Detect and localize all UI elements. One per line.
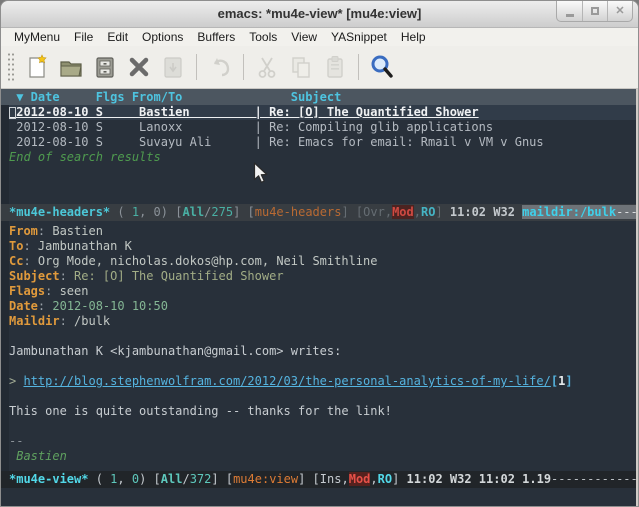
view-line: Date: 2012-08-10 10:50 [9, 299, 636, 314]
view-line: From: Bastien [9, 224, 636, 239]
view-line[interactable]: > http://blog.stephenwolfram.com/2012/03… [9, 374, 636, 389]
view-line [9, 389, 636, 404]
maximize-icon [591, 7, 599, 15]
emacs-frame-content: ▼ Date Flgs From/To Subject 2012-08-10 S… [1, 89, 638, 507]
maximize-button[interactable] [582, 1, 607, 21]
undo-button[interactable] [203, 50, 237, 84]
save-as-button[interactable] [156, 50, 190, 84]
save-as-icon [160, 54, 186, 80]
menu-help[interactable]: Help [394, 29, 433, 45]
view-line [9, 419, 636, 434]
modeline-mu4e-view[interactable]: *mu4e-view* ( 1, 0) [All/372] [mu4e:view… [1, 471, 636, 488]
hollow-cursor [9, 107, 16, 119]
headers-column-header-line[interactable]: ▼ Date Flgs From/To Subject [1, 89, 636, 105]
menu-file[interactable]: File [67, 29, 100, 45]
message-row[interactable]: 2012-08-10 S Lanoxx | Re: Compiling glib… [9, 120, 636, 135]
copy-button[interactable] [284, 50, 318, 84]
toolbar-drag-handle[interactable] [7, 52, 14, 82]
menu-options[interactable]: Options [135, 29, 190, 45]
menu-bar: MyMenuFileEditOptionsBuffersToolsViewYAS… [1, 28, 638, 46]
view-line: To: Jambunathan K [9, 239, 636, 254]
cut-button[interactable] [250, 50, 284, 84]
cut-scissors-icon [254, 54, 280, 80]
minimize-button[interactable] [557, 1, 582, 21]
new-file-icon [24, 54, 50, 80]
toolbar-separator [243, 54, 244, 80]
view-line: -- [9, 434, 636, 449]
view-line: Bastien [9, 449, 636, 464]
close-x-icon [126, 54, 152, 80]
menu-mymenu[interactable]: MyMenu [7, 29, 67, 45]
end-of-search-results-text: End of search results [9, 150, 636, 165]
search-icon [369, 54, 395, 80]
minimize-icon [566, 14, 574, 17]
menu-view[interactable]: View [284, 29, 324, 45]
view-line [9, 329, 636, 344]
mu4e-view-window[interactable]: From: BastienTo: Jambunathan KCc: Org Mo… [1, 221, 636, 471]
close-icon: ✕ [615, 6, 624, 17]
menu-yasnippet[interactable]: YASnippet [324, 29, 394, 45]
title-bar[interactable]: emacs: *mu4e-view* [mu4e:view] ✕ [1, 1, 638, 28]
view-line: Subject: Re: [O] The Quantified Shower [9, 269, 636, 284]
toolbar-separator [196, 54, 197, 80]
menu-tools[interactable]: Tools [242, 29, 284, 45]
view-line: Flags: seen [9, 284, 636, 299]
mu4e-headers-window[interactable]: ▼ Date Flgs From/To Subject 2012-08-10 S… [1, 89, 636, 204]
copy-icon [288, 54, 314, 80]
message-row[interactable]: 2012-08-10 S Suvayu Ali | Re: Emacs for … [9, 135, 636, 150]
headers-rows: 2012-08-10 S Bastien | Re: [O] The Quant… [9, 105, 636, 150]
paste-button[interactable] [318, 50, 352, 84]
menu-edit[interactable]: Edit [100, 29, 135, 45]
toolbar-separator [358, 54, 359, 80]
view-line [9, 359, 636, 374]
view-line: Maildir: /bulk [9, 314, 636, 329]
view-line: Cc: Org Mode, nicholas.dokos@hp.com, Nei… [9, 254, 636, 269]
emacs-window: emacs: *mu4e-view* [mu4e:view] ✕ MyMenuF… [0, 0, 639, 507]
save-icon [92, 54, 118, 80]
modeline-mu4e-headers[interactable]: *mu4e-headers* ( 1, 0) [All/275] [mu4e-h… [1, 204, 636, 221]
new-file-button[interactable] [20, 50, 54, 84]
toolbar [1, 46, 638, 89]
view-body: From: BastienTo: Jambunathan KCc: Org Mo… [9, 224, 636, 464]
window-title: emacs: *mu4e-view* [mu4e:view] [1, 6, 638, 21]
window-controls: ✕ [556, 1, 633, 22]
search-button[interactable] [365, 50, 399, 84]
echo-area[interactable] [1, 488, 636, 507]
close-button[interactable]: ✕ [607, 1, 632, 21]
undo-icon [207, 54, 233, 80]
open-folder-icon [58, 54, 84, 80]
view-line: This one is quite outstanding -- thanks … [9, 404, 636, 419]
save-button[interactable] [88, 50, 122, 84]
menu-buffers[interactable]: Buffers [190, 29, 242, 45]
open-file-button[interactable] [54, 50, 88, 84]
message-row[interactable]: 2012-08-10 S Bastien | Re: [O] The Quant… [9, 105, 636, 120]
close-buffer-button[interactable] [122, 50, 156, 84]
paste-clipboard-icon [322, 54, 348, 80]
view-line: Jambunathan K <kjambunathan@gmail.com> w… [9, 344, 636, 359]
